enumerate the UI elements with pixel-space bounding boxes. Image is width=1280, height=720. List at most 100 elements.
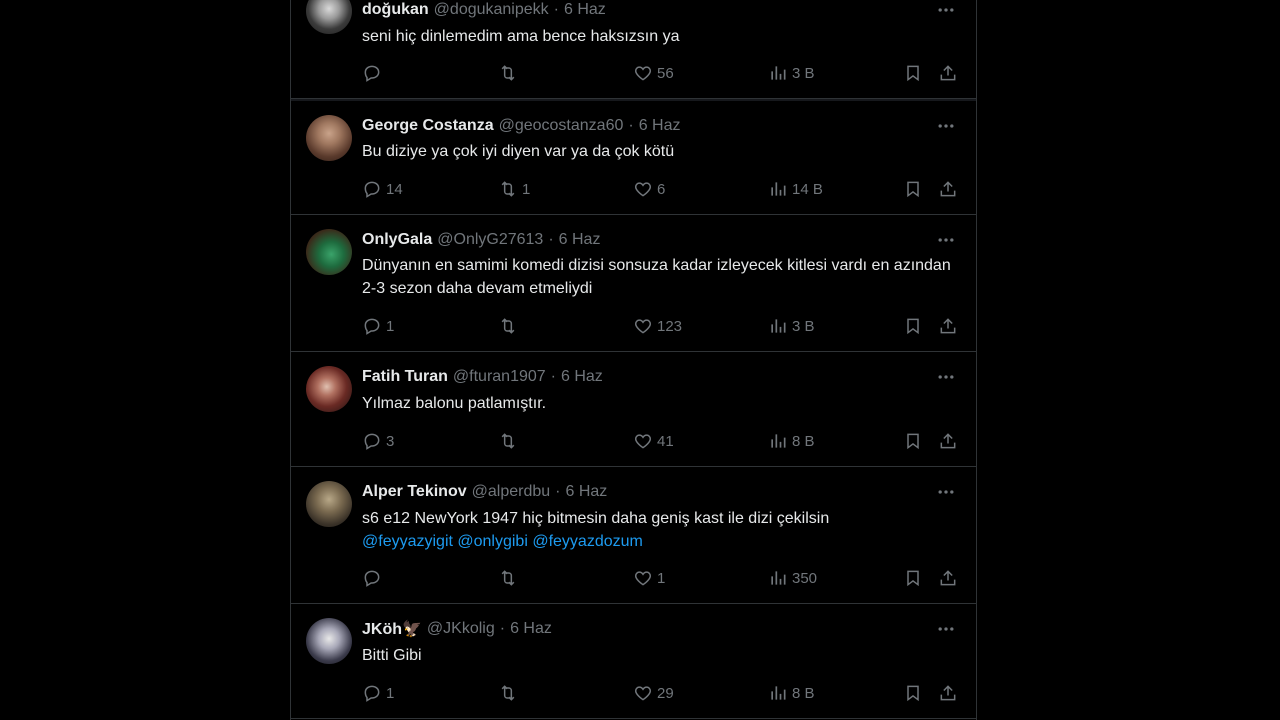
retweet-button[interactable] xyxy=(498,314,522,338)
author-handle[interactable]: @fturan1907 xyxy=(453,368,546,386)
author-name[interactable]: George Costanza xyxy=(362,117,494,135)
timestamp[interactable]: 6 Haz xyxy=(564,1,606,19)
reply-button[interactable] xyxy=(362,566,386,590)
views-button[interactable]: 8 B xyxy=(768,681,815,705)
author-handle[interactable]: @JKkolig xyxy=(427,620,495,638)
views-button[interactable]: 3 B xyxy=(768,314,815,338)
author-name[interactable]: OnlyGala xyxy=(362,231,432,249)
more-horizontal-icon[interactable] xyxy=(935,0,957,21)
tweet-text: Bu diziye ya çok iyi diyen var ya da çok… xyxy=(362,140,952,163)
tweet[interactable]: JKöh🦅 @JKkolig · 6 Haz Bitti Gibi 1 29 8… xyxy=(291,604,976,719)
views-icon xyxy=(771,571,786,585)
bookmark-button[interactable] xyxy=(903,314,923,338)
heart-icon xyxy=(634,434,652,449)
tweet-text: Yılmaz balonu patlamıştır. xyxy=(362,392,952,415)
tweet[interactable]: Fatih Turan @fturan1907 · 6 Haz Yılmaz b… xyxy=(291,352,976,467)
author-name[interactable]: Alper Tekinov xyxy=(362,483,467,501)
reply-count: 1 xyxy=(386,684,395,702)
timestamp[interactable]: 6 Haz xyxy=(510,620,552,638)
retweet-button[interactable] xyxy=(498,681,522,705)
bookmark-button[interactable] xyxy=(903,61,923,85)
reply-button[interactable]: 3 xyxy=(362,429,394,453)
views-button[interactable]: 350 xyxy=(768,566,817,590)
share-button[interactable] xyxy=(938,681,958,705)
share-button[interactable] xyxy=(938,566,958,590)
reply-icon xyxy=(364,685,380,702)
share-button[interactable] xyxy=(938,429,958,453)
share-icon xyxy=(940,685,956,701)
like-button[interactable]: 29 xyxy=(633,681,674,705)
share-button[interactable] xyxy=(938,177,958,201)
reply-count: 14 xyxy=(386,180,403,198)
bookmark-icon xyxy=(907,181,919,198)
bookmark-icon xyxy=(907,570,919,587)
tweet[interactable]: doğukan @dogukanipekk · 6 Haz seni hiç d… xyxy=(291,0,976,99)
share-button[interactable] xyxy=(938,314,958,338)
retweet-button[interactable] xyxy=(498,61,522,85)
tweet[interactable]: Alper Tekinov @alperdbu · 6 Haz s6 e12 N… xyxy=(291,467,976,604)
view-count: 350 xyxy=(792,569,818,587)
retweet-button[interactable] xyxy=(498,566,522,590)
bookmark-icon xyxy=(907,685,919,702)
timestamp[interactable]: 6 Haz xyxy=(559,231,601,249)
more-horizontal-icon[interactable] xyxy=(935,366,957,388)
bookmark-icon xyxy=(907,318,919,335)
share-icon xyxy=(940,318,956,334)
timestamp[interactable]: 6 Haz xyxy=(561,368,603,386)
retweet-button[interactable]: 1 xyxy=(498,177,530,201)
action-bar: 1 29 8 B xyxy=(291,681,976,705)
avatar[interactable] xyxy=(306,618,352,664)
heart-icon xyxy=(634,571,652,586)
like-count: 56 xyxy=(657,64,674,82)
reply-button[interactable]: 1 xyxy=(362,681,394,705)
tweet-text: Bitti Gibi xyxy=(362,644,952,667)
reply-icon xyxy=(364,318,380,335)
tweet-text: seni hiç dinlemedim ama bence haksızsın … xyxy=(362,25,952,48)
author-handle[interactable]: @alperdbu xyxy=(472,483,551,501)
tweet[interactable]: George Costanza @geocostanza60 · 6 Haz B… xyxy=(291,101,976,215)
like-button[interactable]: 41 xyxy=(633,429,674,453)
like-count: 123 xyxy=(657,317,683,335)
avatar[interactable] xyxy=(306,481,352,527)
action-bar: 3 41 8 B xyxy=(291,429,976,453)
tweet[interactable]: OnlyGala @OnlyG27613 · 6 Haz Dünyanın en… xyxy=(291,215,976,352)
like-button[interactable]: 123 xyxy=(633,314,682,338)
bookmark-button[interactable] xyxy=(903,681,923,705)
like-button[interactable]: 56 xyxy=(633,61,674,85)
action-bar: 1 350 xyxy=(291,566,976,590)
more-horizontal-icon[interactable] xyxy=(935,618,957,640)
retweet-count: 1 xyxy=(522,180,531,198)
author-name[interactable]: doğukan xyxy=(362,1,429,19)
reply-button[interactable]: 1 xyxy=(362,314,394,338)
avatar[interactable] xyxy=(306,0,352,34)
avatar[interactable] xyxy=(306,366,352,412)
views-button[interactable]: 8 B xyxy=(768,429,815,453)
more-horizontal-icon[interactable] xyxy=(935,481,957,503)
author-name[interactable]: Fatih Turan xyxy=(362,368,448,386)
avatar[interactable] xyxy=(306,229,352,275)
author-handle[interactable]: @dogukanipekk xyxy=(434,1,549,19)
author-name[interactable]: JKöh🦅 xyxy=(362,619,422,639)
views-icon xyxy=(771,66,786,80)
like-button[interactable]: 6 xyxy=(633,177,665,201)
author-handle[interactable]: @OnlyG27613 xyxy=(437,231,543,249)
retweet-button[interactable] xyxy=(498,429,522,453)
timestamp[interactable]: 6 Haz xyxy=(565,483,607,501)
views-button[interactable]: 3 B xyxy=(768,61,815,85)
like-button[interactable]: 1 xyxy=(633,566,665,590)
views-button[interactable]: 14 B xyxy=(768,177,823,201)
author-handle[interactable]: @geocostanza60 xyxy=(499,117,624,135)
more-horizontal-icon[interactable] xyxy=(935,229,957,251)
views-icon xyxy=(771,182,786,196)
bookmark-button[interactable] xyxy=(903,429,923,453)
share-button[interactable] xyxy=(938,61,958,85)
mentions[interactable]: @feyyazyigit @onlygibi @feyyazdozum xyxy=(362,533,643,550)
timestamp[interactable]: 6 Haz xyxy=(639,117,681,135)
bookmark-button[interactable] xyxy=(903,177,923,201)
more-horizontal-icon[interactable] xyxy=(935,115,957,137)
reply-button[interactable] xyxy=(362,61,386,85)
avatar[interactable] xyxy=(306,115,352,161)
views-icon xyxy=(771,319,786,333)
bookmark-button[interactable] xyxy=(903,566,923,590)
reply-button[interactable]: 14 xyxy=(362,177,403,201)
